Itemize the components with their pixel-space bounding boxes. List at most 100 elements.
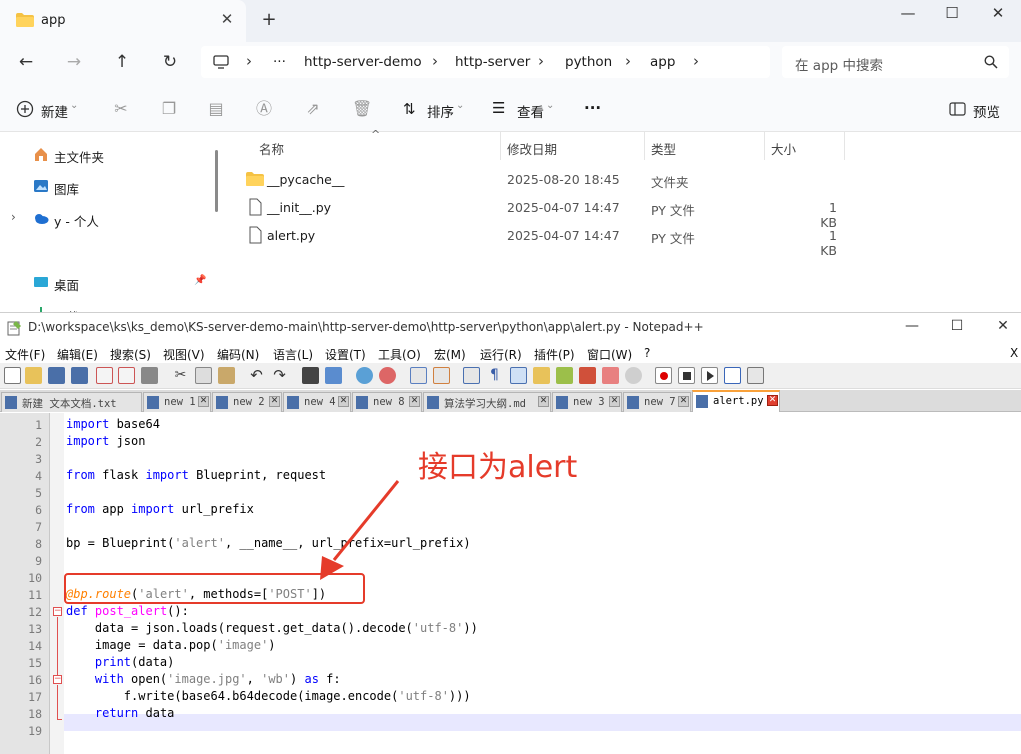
close-tab-icon[interactable]: ✕ <box>609 396 620 407</box>
doc-tab[interactable]: 算法学习大纲.md ✕ <box>423 392 551 412</box>
address-bar[interactable]: › ··· http-server-demo › http-server › p… <box>201 46 770 78</box>
explorer-tab[interactable]: app ✕ <box>0 0 246 42</box>
menu-plugins[interactable]: 插件(P) <box>534 346 575 363</box>
breadcrumb-ellipsis[interactable]: ··· <box>273 54 286 70</box>
menu-settings[interactable]: 设置(T) <box>325 346 366 363</box>
close-window-button[interactable]: ✕ <box>991 318 1015 338</box>
new-button[interactable]: 新建 <box>41 101 68 121</box>
file-row[interactable]: __init__.py 2025-04-07 14:47 PY 文件 1 KB <box>226 193 1021 230</box>
close-document-button[interactable]: X <box>1010 346 1018 360</box>
share-icon[interactable]: ⇗ <box>304 100 322 118</box>
fold-toggle-icon[interactable]: − <box>53 607 62 616</box>
monitor-icon[interactable] <box>625 367 642 384</box>
doc-tab[interactable]: 新建 文本文档.txt <box>1 392 142 412</box>
save-icon[interactable] <box>48 367 65 384</box>
view-button[interactable]: 查看 <box>517 101 544 121</box>
save-all-icon[interactable] <box>71 367 88 384</box>
replace-icon[interactable] <box>325 367 342 384</box>
doc-tab-active[interactable]: alert.py ✕ <box>692 390 780 412</box>
up-button[interactable]: ↑ <box>109 51 135 73</box>
doc-tab[interactable]: new 8 ✕ <box>352 392 422 412</box>
sidebar-item-desktop[interactable]: 桌面 📌 <box>0 271 210 295</box>
doc-map-icon[interactable] <box>556 367 573 384</box>
folder-workspace-icon[interactable] <box>602 367 619 384</box>
breadcrumb-app[interactable]: app <box>650 54 675 70</box>
doc-tab[interactable]: new 2 ✕ <box>212 392 282 412</box>
more-options-button[interactable]: ··· <box>584 99 601 117</box>
menu-help[interactable]: ? <box>644 346 650 360</box>
delete-icon[interactable]: 🗑 <box>352 100 372 118</box>
close-tab-icon[interactable]: ✕ <box>538 396 549 407</box>
menu-language[interactable]: 语言(L) <box>273 346 313 363</box>
close-tab-icon[interactable]: ✕ <box>218 9 236 29</box>
column-header-size[interactable]: 大小 <box>771 139 796 158</box>
menu-macro[interactable]: 宏(M) <box>434 346 466 363</box>
close-tab-icon[interactable]: ✕ <box>338 396 349 407</box>
zoom-out-icon[interactable] <box>379 367 396 384</box>
doc-tab[interactable]: new 7 ✕ <box>623 392 691 412</box>
back-button[interactable]: ← <box>13 51 39 73</box>
close-tab-icon[interactable]: ✕ <box>767 395 778 406</box>
minimize-button[interactable]: — <box>893 4 923 24</box>
fold-toggle-icon[interactable]: − <box>53 675 62 684</box>
maximize-button[interactable]: ☐ <box>937 4 967 24</box>
close-tab-icon[interactable]: ✕ <box>269 396 280 407</box>
sync-scroll-icon[interactable] <box>410 367 427 384</box>
function-list-icon[interactable] <box>579 367 596 384</box>
close-tab-icon[interactable]: ✕ <box>678 396 689 407</box>
menu-tools[interactable]: 工具(O) <box>378 346 421 363</box>
doc-tab[interactable]: new 3 ✕ <box>552 392 622 412</box>
menu-run[interactable]: 运行(R) <box>480 346 522 363</box>
doc-tab[interactable]: new 1 ✕ <box>143 392 211 412</box>
forward-button[interactable]: → <box>61 51 87 73</box>
play-macro-icon[interactable] <box>701 367 718 384</box>
paste-icon[interactable]: ▤ <box>207 100 225 118</box>
close-icon[interactable] <box>96 367 113 384</box>
column-header-type[interactable]: 类型 <box>651 139 676 158</box>
sidebar-scrollbar[interactable] <box>215 150 218 212</box>
menu-view[interactable]: 视图(V) <box>163 346 205 363</box>
doc-tab[interactable]: new 4 ✕ <box>283 392 351 412</box>
breadcrumb-http-server-demo[interactable]: http-server-demo <box>304 54 422 70</box>
search-input[interactable]: 在 app 中搜索 <box>782 46 1009 78</box>
copy-icon[interactable] <box>195 367 212 384</box>
cut-icon[interactable]: ✂ <box>172 367 189 384</box>
new-tab-button[interactable]: + <box>259 10 279 30</box>
column-divider[interactable] <box>764 132 765 160</box>
sidebar-item-onedrive[interactable]: › y - 个人 <box>0 207 210 231</box>
sidebar-item-gallery[interactable]: 图库 <box>0 175 210 199</box>
column-divider[interactable] <box>844 132 845 160</box>
refresh-button[interactable]: ↻ <box>157 51 183 73</box>
menu-edit[interactable]: 编辑(E) <box>57 346 98 363</box>
lang-icon[interactable] <box>533 367 550 384</box>
word-wrap-icon[interactable] <box>463 367 480 384</box>
rename-icon[interactable]: Ⓐ <box>255 100 273 118</box>
find-icon[interactable] <box>302 367 319 384</box>
undo-icon[interactable]: ↶ <box>248 367 265 384</box>
open-file-icon[interactable] <box>25 367 42 384</box>
record-macro-icon[interactable] <box>655 367 672 384</box>
save-macro-icon[interactable] <box>747 367 764 384</box>
indent-guide-icon[interactable] <box>510 367 527 384</box>
maximize-button[interactable]: ☐ <box>945 318 969 338</box>
menu-window[interactable]: 窗口(W) <box>587 346 632 363</box>
run-macro-multiple-icon[interactable] <box>724 367 741 384</box>
menu-search[interactable]: 搜索(S) <box>110 346 151 363</box>
print-icon[interactable] <box>141 367 158 384</box>
sidebar-item-home[interactable]: 主文件夹 <box>0 143 210 167</box>
menu-encoding[interactable]: 编码(N) <box>217 346 259 363</box>
close-tab-icon[interactable]: ✕ <box>198 396 209 407</box>
show-all-chars-icon[interactable]: ¶ <box>486 367 503 384</box>
close-window-button[interactable]: ✕ <box>983 4 1013 24</box>
column-header-name[interactable]: 名称 <box>259 139 284 158</box>
paste-icon[interactable] <box>218 367 235 384</box>
copy-icon[interactable]: ❐ <box>160 100 178 118</box>
sync-horizontal-icon[interactable] <box>433 367 450 384</box>
cut-icon[interactable]: ✂ <box>112 100 130 118</box>
chevron-right-icon[interactable]: › <box>11 210 16 224</box>
column-header-date[interactable]: 修改日期 <box>507 139 557 158</box>
breadcrumb-http-server[interactable]: http-server <box>455 54 530 70</box>
close-tab-icon[interactable]: ✕ <box>409 396 420 407</box>
zoom-in-icon[interactable] <box>356 367 373 384</box>
new-file-icon[interactable] <box>4 367 21 384</box>
